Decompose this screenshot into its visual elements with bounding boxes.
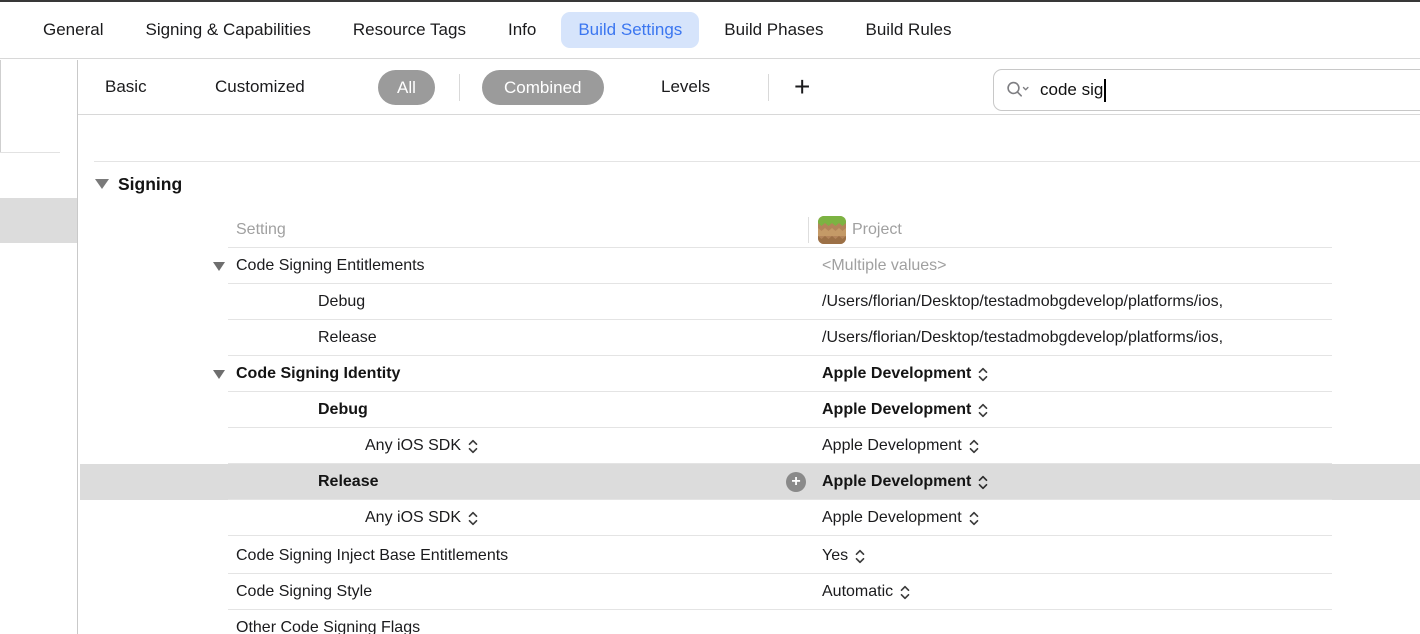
scope-customized-button[interactable]: Customized — [215, 60, 305, 114]
search-input-value[interactable]: code sig — [1040, 80, 1103, 100]
setting-label: Code Signing Inject Base Entitlements — [236, 538, 508, 574]
setting-label: Other Code Signing Flags — [236, 610, 420, 634]
row-identity-debug[interactable]: Debug Apple Development — [80, 392, 1420, 428]
scope-all-button[interactable]: All — [378, 70, 435, 105]
popup-chevrons-icon — [854, 549, 866, 564]
navigator-strip — [0, 60, 78, 634]
strip-row-separator — [0, 152, 60, 153]
popup-chevrons-icon — [977, 367, 989, 382]
setting-value-popup[interactable]: Yes — [822, 538, 866, 574]
popup-chevrons-icon — [977, 403, 989, 418]
disclosure-triangle-icon[interactable] — [213, 248, 225, 284]
xcode-build-settings-window: General Signing & Capabilities Resource … — [0, 0, 1420, 634]
popup-chevrons-icon — [968, 511, 980, 526]
text-caret — [1104, 79, 1106, 102]
selected-target-row[interactable] — [0, 198, 77, 243]
project-app-icon — [818, 216, 846, 244]
row-code-signing-style[interactable]: Code Signing Style Automatic — [80, 574, 1420, 610]
view-combined-button[interactable]: Combined — [482, 70, 604, 105]
row-identity-release-selected[interactable]: Release + Apple Development — [80, 464, 1420, 500]
popup-chevrons-icon — [968, 439, 980, 454]
row-code-signing-entitlements[interactable]: Code Signing Entitlements <Multiple valu… — [80, 248, 1420, 284]
project-editor-tab-bar: General Signing & Capabilities Resource … — [0, 2, 1420, 59]
setting-label: Debug — [318, 392, 368, 428]
section-title: Signing — [118, 174, 182, 195]
add-build-setting-button[interactable]: + — [794, 60, 810, 114]
toolbar-divider — [459, 74, 460, 101]
popup-chevrons-icon — [899, 585, 911, 600]
disclosure-triangle-icon[interactable] — [213, 356, 225, 392]
popup-chevrons-icon — [467, 439, 479, 454]
row-separator — [228, 535, 1332, 536]
setting-value[interactable]: <Multiple values> — [822, 248, 947, 284]
row-inject-base-entitlements[interactable]: Code Signing Inject Base Entitlements Ye… — [80, 538, 1420, 574]
tab-build-settings[interactable]: Build Settings — [561, 12, 699, 48]
disclosure-triangle-icon[interactable] — [95, 179, 109, 189]
tab-build-phases[interactable]: Build Phases — [724, 20, 823, 40]
table-header-row: Setting Project — [80, 212, 1420, 248]
row-identity-debug-any-ios-sdk[interactable]: Any iOS SDK Apple Development — [80, 428, 1420, 464]
magnifier-icon[interactable] — [1006, 80, 1030, 100]
plus-circle-icon[interactable]: + — [786, 472, 806, 492]
row-entitlements-release[interactable]: Release /Users/florian/Desktop/testadmob… — [80, 320, 1420, 356]
setting-label: Code Signing Style — [236, 574, 372, 610]
setting-value[interactable]: /Users/florian/Desktop/testadmobgdevelop… — [822, 284, 1420, 320]
tab-general[interactable]: General — [43, 20, 103, 40]
content-top-separator — [94, 161, 1420, 162]
setting-value-popup[interactable]: Apple Development — [822, 428, 980, 464]
view-levels-button[interactable]: Levels — [661, 60, 710, 114]
setting-value-popup[interactable]: Apple Development — [822, 464, 989, 500]
setting-label[interactable]: Any iOS SDK — [365, 428, 479, 464]
setting-label: Release — [318, 464, 379, 500]
setting-label: Debug — [318, 284, 365, 320]
tab-signing-capabilities[interactable]: Signing & Capabilities — [145, 20, 310, 40]
setting-label: Code Signing Entitlements — [236, 248, 425, 284]
toolbar-divider — [768, 74, 769, 101]
tab-build-rules[interactable]: Build Rules — [866, 20, 952, 40]
strip-border — [0, 60, 1, 152]
setting-value[interactable]: /Users/florian/Desktop/testadmobgdevelop… — [822, 320, 1420, 356]
setting-value-popup[interactable]: Apple Development — [822, 500, 980, 536]
setting-label: Release — [318, 320, 377, 356]
setting-value-popup[interactable]: Apple Development — [822, 356, 989, 392]
setting-value-popup[interactable]: Apple Development — [822, 392, 989, 428]
tab-info[interactable]: Info — [508, 20, 536, 40]
column-divider — [808, 217, 809, 243]
scope-basic-button[interactable]: Basic — [105, 60, 147, 114]
build-settings-toolbar: Basic Customized All Combined Levels + c… — [78, 60, 1420, 115]
search-field[interactable]: code sig — [993, 69, 1420, 111]
tab-resource-tags[interactable]: Resource Tags — [353, 20, 466, 40]
row-entitlements-debug[interactable]: Debug /Users/florian/Desktop/testadmobgd… — [80, 284, 1420, 320]
row-other-code-signing-flags[interactable]: Other Code Signing Flags — [80, 610, 1420, 634]
popup-chevrons-icon — [467, 511, 479, 526]
setting-label: Code Signing Identity — [236, 356, 400, 392]
popup-chevrons-icon — [977, 475, 989, 490]
setting-value-popup[interactable]: Automatic — [822, 574, 911, 610]
row-identity-release-any-ios-sdk[interactable]: Any iOS SDK Apple Development — [80, 500, 1420, 536]
column-header-setting: Setting — [236, 212, 286, 248]
setting-label[interactable]: Any iOS SDK — [365, 500, 479, 536]
section-header-signing[interactable]: Signing — [95, 170, 182, 198]
column-header-project: Project — [852, 212, 902, 248]
row-code-signing-identity[interactable]: Code Signing Identity Apple Development — [80, 356, 1420, 392]
